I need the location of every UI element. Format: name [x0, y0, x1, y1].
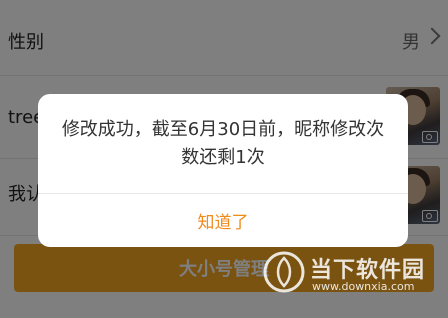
- watermark: 当下软件园 www.downxia.com: [262, 250, 448, 300]
- watermark-url: www.downxia.com: [312, 280, 415, 293]
- confirm-button[interactable]: 知道了: [38, 194, 408, 247]
- dialog-message: 修改成功，截至6月30日前，昵称修改次数还剩1次: [61, 119, 385, 168]
- success-dialog: 修改成功，截至6月30日前，昵称修改次数还剩1次 知道了: [38, 94, 408, 247]
- watermark-logo-icon: [263, 251, 305, 293]
